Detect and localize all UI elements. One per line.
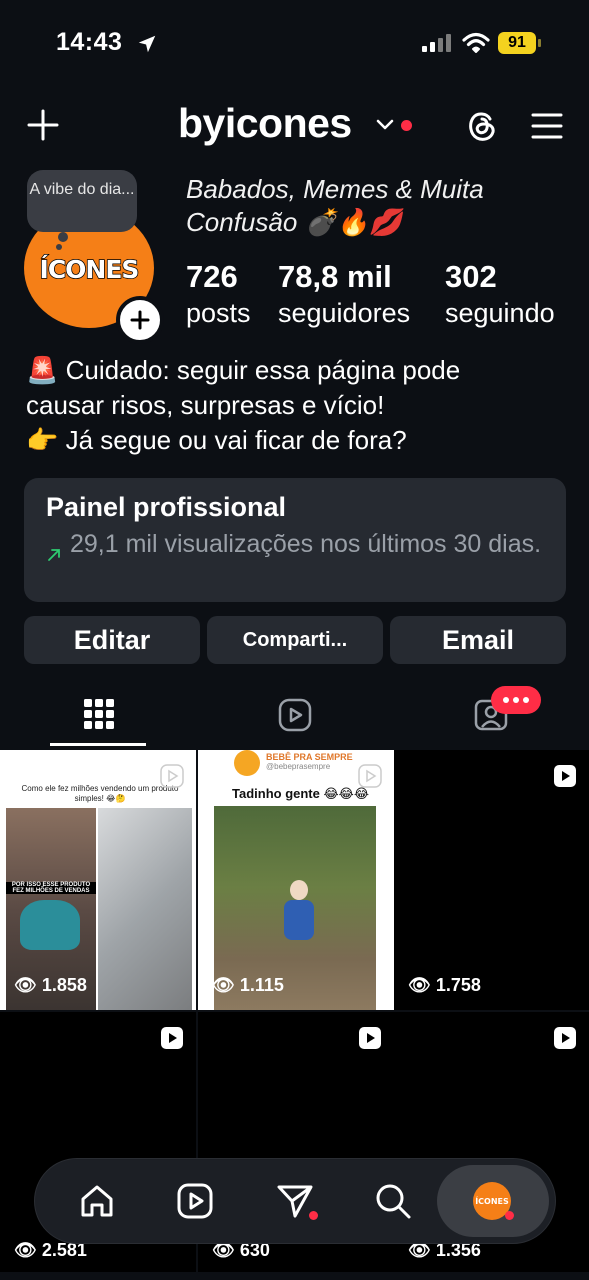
profile-bio: 🚨 Cuidado: seguir essa página pode causa… bbox=[26, 353, 571, 458]
eye-icon: 👁 bbox=[14, 975, 37, 996]
edit-profile-button[interactable]: Editar bbox=[24, 616, 200, 664]
followers-count[interactable]: 78,8 mil bbox=[278, 259, 392, 295]
add-story-button[interactable] bbox=[116, 296, 164, 344]
tab-grid-icon[interactable] bbox=[84, 697, 114, 731]
baby-figure bbox=[284, 900, 314, 940]
note-bubble-tail bbox=[58, 232, 68, 242]
search-icon[interactable] bbox=[374, 1182, 412, 1220]
reel-icon bbox=[359, 1027, 381, 1049]
post-caption: Tadinho gente 😂😂😂 bbox=[232, 786, 370, 801]
tab-reels-icon[interactable] bbox=[278, 698, 312, 732]
following-count[interactable]: 302 bbox=[445, 259, 497, 295]
avatar-logo-text: ÍCONES bbox=[39, 254, 140, 285]
home-icon[interactable] bbox=[78, 1182, 116, 1220]
eye-icon: 👁 bbox=[212, 975, 235, 996]
brand-name: BEBÊ PRA SEMPRE bbox=[266, 752, 353, 762]
post-views: 👁 1.115 bbox=[212, 975, 284, 996]
grid-post-1[interactable]: Como ele fez milhões vendendo um produto… bbox=[0, 750, 196, 1010]
bio-line: 👉 Já segue ou vai ficar de fora? bbox=[26, 425, 407, 455]
grid-post-2[interactable]: BEBÊ PRA SEMPRE @bebeprasempre Tadinho g… bbox=[198, 750, 394, 1010]
reel-icon bbox=[358, 764, 382, 788]
bio-line: 🚨 Cuidado: seguir essa página pode bbox=[26, 355, 461, 385]
battery-level: 91 bbox=[498, 32, 536, 54]
product-image bbox=[20, 900, 80, 950]
notification-dot bbox=[401, 120, 412, 131]
signal-icon bbox=[422, 34, 451, 52]
username-title[interactable]: byicones bbox=[178, 100, 352, 147]
create-plus-icon[interactable] bbox=[26, 108, 60, 142]
email-button[interactable]: Email bbox=[390, 616, 566, 664]
baby-head bbox=[290, 880, 308, 900]
post-caption: Como ele fez milhões vendendo um produto… bbox=[21, 784, 179, 803]
menu-icon[interactable] bbox=[531, 112, 563, 140]
wifi-icon bbox=[462, 32, 490, 53]
reel-icon bbox=[554, 765, 576, 787]
posts-label[interactable]: posts bbox=[186, 298, 251, 329]
brand-handle: @bebeprasempre bbox=[266, 762, 331, 771]
grid-post-3[interactable]: 👁 1.758 bbox=[394, 750, 589, 1010]
post-views: 👁 1.758 bbox=[408, 975, 481, 996]
threads-icon[interactable] bbox=[463, 107, 501, 145]
tagged-notification-badge bbox=[491, 686, 541, 714]
chevron-down-icon[interactable] bbox=[376, 118, 394, 132]
profile-notification-dot bbox=[505, 1211, 514, 1220]
plus-icon bbox=[130, 310, 150, 330]
reels-icon[interactable] bbox=[176, 1182, 214, 1220]
post-views: 👁 1.858 bbox=[14, 975, 87, 996]
followers-label[interactable]: seguidores bbox=[278, 298, 410, 329]
status-time: 14:43 bbox=[56, 28, 123, 56]
eye-icon: 👁 bbox=[14, 1240, 37, 1261]
active-tab-indicator bbox=[50, 743, 146, 746]
note-bubble-tail-small bbox=[56, 244, 62, 250]
posts-count[interactable]: 726 bbox=[186, 259, 238, 295]
battery-indicator: 91 bbox=[498, 32, 544, 54]
trend-up-arrow-icon bbox=[48, 549, 60, 561]
post-overlay-text: POR ISSO ESSE PRODUTO FEZ MILHÕES DE VEN… bbox=[6, 882, 96, 894]
reel-icon bbox=[554, 1027, 576, 1049]
note-bubble[interactable]: A vibe do dia... bbox=[27, 170, 137, 232]
post-image-factory bbox=[98, 808, 192, 1010]
brand-logo bbox=[234, 750, 260, 776]
eye-icon: 👁 bbox=[408, 975, 431, 996]
dashboard-subtitle: 29,1 mil visualizações nos últimos 30 di… bbox=[70, 530, 542, 558]
reel-icon bbox=[161, 1027, 183, 1049]
dashboard-title: Painel profissional bbox=[46, 492, 287, 522]
share-profile-button[interactable]: Comparti... bbox=[207, 616, 383, 664]
following-label[interactable]: seguindo bbox=[445, 298, 555, 329]
reel-icon bbox=[160, 764, 184, 788]
bio-line: causar risos, surpresas e vício! bbox=[26, 390, 385, 420]
location-arrow-icon bbox=[138, 35, 156, 53]
messages-notification-dot bbox=[309, 1211, 318, 1220]
profile-display-name: Babados, Memes & Muita Confusão 💣🔥💋 bbox=[186, 174, 484, 237]
